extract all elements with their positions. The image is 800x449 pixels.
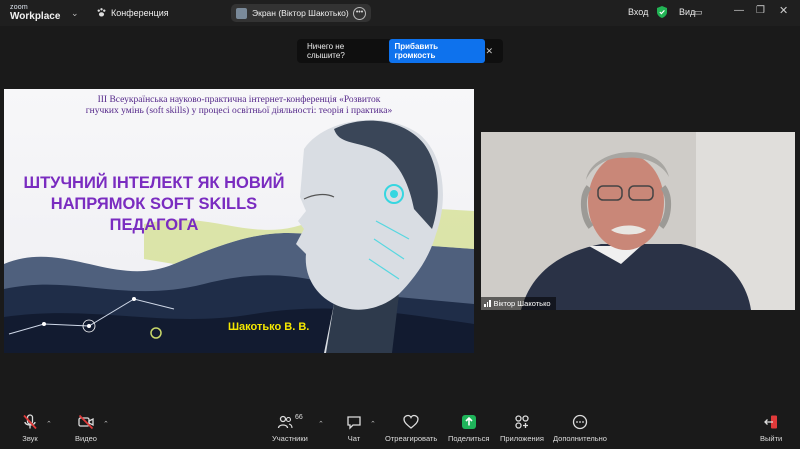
apps-label: Приложения [500,434,544,443]
shared-slide: ІІІ Всеукраїнська науково-практична інте… [4,89,474,353]
participants-button[interactable]: 66 Участники [272,414,308,443]
close-icon[interactable]: ✕ [485,46,493,57]
paw-icon [97,8,106,17]
zoom-logo-small: zoom [10,4,28,11]
chevron-down-icon[interactable]: ⌄ [71,8,79,19]
notification-text: Ничего не слышите? [307,42,345,60]
shield-icon[interactable] [657,6,667,18]
participant-photo [481,132,795,310]
view-layout-icon[interactable]: ▭ [694,7,703,18]
slide-title-line: НАПРЯМОК SOFT SKILLS [50,195,258,213]
share-button[interactable]: Поделиться [448,414,489,443]
chat-button[interactable]: Чат [346,414,362,443]
slide-title: ШТУЧНИЙ ІНТЕЛЕКТ ЯК НОВИЙ НАПРЯМОК SOFT … [9,173,299,236]
more-icon [572,414,588,430]
participants-count: 66 [295,414,303,421]
video-label: Видео [75,434,97,443]
screen-share-pill[interactable]: Экран (Віктор Шакотько) ••• [231,4,371,22]
react-label: Отреагировать [385,434,438,443]
leave-door-icon [764,415,778,429]
participant-name-tag: Віктор Шакотько [481,297,556,310]
minimize-icon[interactable]: — [734,5,744,16]
camera-off-icon [78,414,94,430]
slide-subtitle: ІІІ Всеукраїнська науково-практична інте… [4,95,474,117]
screen-share-label: Экран (Віктор Шакотько) [252,8,349,18]
restore-icon[interactable]: ❐ [756,5,765,16]
view-button[interactable]: Вид [679,7,695,17]
slide-title-line: ШТУЧНИЙ ІНТЕЛЕКТ ЯК НОВИЙ [23,174,285,192]
leave-button[interactable]: Выйти [760,414,782,443]
apps-icon [515,415,529,429]
meeting-label: Конференция [111,7,169,18]
slide-title-line: ПЕДАГОГА [109,216,199,234]
chevron-up-icon[interactable]: ⌃ [370,420,376,428]
apps-button[interactable]: Приложения [500,414,544,443]
participants-label: Участники [272,434,308,443]
react-button[interactable]: Отреагировать [385,414,437,443]
chat-icon [347,416,361,430]
chevron-up-icon[interactable]: ⌃ [318,420,324,428]
leave-label: Выйти [760,434,783,443]
audio-label: Звук [22,434,38,443]
audio-button[interactable]: Звук [22,414,38,443]
more-button[interactable]: Дополнительно [553,414,607,443]
avatar [236,7,247,19]
participants-icon [277,415,293,429]
app-logo: Workplace [10,11,61,22]
close-icon[interactable]: ✕ [779,4,788,17]
meeting-menu[interactable]: Конференция [96,7,169,18]
video-button[interactable]: Видео [75,414,97,443]
more-options-icon[interactable]: ••• [353,6,366,20]
chat-label: Чат [347,434,361,443]
microphone-muted-icon [23,414,37,430]
more-label: Дополнительно [553,434,607,443]
chevron-up-icon[interactable]: ⌃ [46,420,52,428]
signal-icon [484,300,491,307]
slide-subtitle-line: ІІІ Всеукраїнська науково-практична інте… [97,95,381,105]
participant-name: Віктор Шакотько [493,299,551,308]
slide-author: Шакотько В. В. [228,321,310,333]
audio-notification: Ничего не слышите? Прибавить громкость ✕ [297,39,503,63]
share-label: Поделиться [448,434,490,443]
chevron-up-icon[interactable]: ⌃ [103,420,109,428]
slide-subtitle-line: гнучких умінь (soft skills) у процесі ос… [85,106,393,116]
login-button[interactable]: Вход [628,7,648,17]
heart-icon [403,414,419,429]
share-screen-icon [461,415,476,429]
participant-video[interactable]: Віктор Шакотько [481,132,795,310]
increase-volume-button[interactable]: Прибавить громкость [389,39,486,63]
